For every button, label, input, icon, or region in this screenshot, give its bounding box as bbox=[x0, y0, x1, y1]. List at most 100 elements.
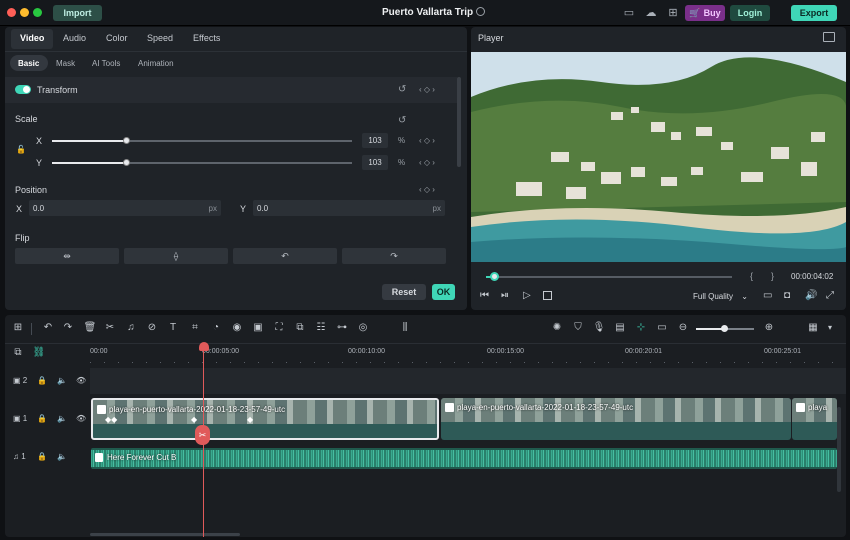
lock-icon[interactable]: 🔒 bbox=[37, 452, 47, 461]
shield-icon[interactable]: ⛉ bbox=[571, 321, 585, 335]
adjust-icon[interactable]: ☷ bbox=[314, 321, 328, 335]
mark-out-button[interactable]: } bbox=[771, 271, 774, 281]
quality-select[interactable]: Full Quality ⌄ bbox=[693, 292, 748, 301]
export-button[interactable]: Export bbox=[791, 5, 837, 21]
eye-icon[interactable]: 👁 bbox=[76, 414, 86, 423]
reset-transform-icon[interactable]: ↺ bbox=[398, 84, 406, 95]
redo-icon[interactable]: ↷ bbox=[61, 321, 75, 335]
keyframe-nav-scale-x[interactable]: ‹ ◇ › bbox=[419, 136, 435, 145]
screen-icon[interactable]: ▣ bbox=[251, 321, 265, 335]
reset-scale-icon[interactable]: ↺ bbox=[398, 115, 406, 126]
microphone-icon[interactable]: 🎙 bbox=[592, 321, 606, 335]
rotate-right-button[interactable]: ↷ bbox=[342, 248, 446, 264]
chevron-down-icon[interactable]: ▾ bbox=[823, 321, 837, 335]
scale-x-slider[interactable] bbox=[52, 137, 352, 144]
video-clip[interactable]: playa-en-puerto-vallarta-2022-01-18-23-5… bbox=[91, 398, 439, 440]
ai-icon[interactable]: ▤ bbox=[613, 321, 627, 335]
split-scissors-icon[interactable]: ✂ bbox=[195, 425, 210, 445]
minimize-window-button[interactable] bbox=[20, 8, 29, 17]
link-icon[interactable]: ⛓ bbox=[32, 346, 46, 360]
crop-icon[interactable]: ⌗ bbox=[188, 321, 202, 335]
subtab-basic[interactable]: Basic bbox=[18, 59, 39, 68]
keyframe-marker[interactable]: ◆◆ bbox=[105, 415, 117, 424]
tab-video[interactable]: Video bbox=[20, 33, 44, 43]
scale-y-slider[interactable] bbox=[52, 159, 352, 166]
close-window-button[interactable] bbox=[7, 8, 16, 17]
tab-audio[interactable]: Audio bbox=[63, 33, 86, 43]
rotate-left-button[interactable]: ↶ bbox=[233, 248, 337, 264]
cloud-icon[interactable]: ☁ bbox=[644, 6, 658, 20]
color-icon[interactable]: ◉ bbox=[230, 321, 244, 335]
detach-icon[interactable]: ⊶ bbox=[335, 321, 349, 335]
maximize-window-button[interactable] bbox=[33, 8, 42, 17]
play-icon[interactable]: ▷ bbox=[523, 290, 531, 301]
stop-icon[interactable] bbox=[543, 291, 552, 300]
timeline-vertical-scrollbar[interactable] bbox=[837, 407, 841, 492]
buy-button[interactable]: 🛒 Buy bbox=[685, 5, 725, 21]
display-icon[interactable]: ▭ bbox=[763, 290, 772, 301]
transition-icon[interactable]: ⧉ bbox=[293, 321, 307, 335]
fullscreen-icon[interactable]: ⤢ bbox=[826, 290, 834, 301]
render-icon[interactable]: ✺ bbox=[550, 321, 564, 335]
mute-icon[interactable]: 🔈 bbox=[57, 414, 67, 423]
scale-x-value[interactable]: 103 bbox=[362, 133, 388, 148]
undo-icon[interactable]: ↶ bbox=[41, 321, 55, 335]
import-button[interactable]: Import bbox=[53, 5, 102, 21]
audio-wave-icon[interactable]: ⫼ bbox=[398, 321, 412, 335]
playhead-handle[interactable] bbox=[199, 342, 209, 351]
motion-icon[interactable]: ◎ bbox=[356, 321, 370, 335]
panel-scrollbar[interactable] bbox=[457, 77, 461, 167]
scale-y-value[interactable]: 103 bbox=[362, 155, 388, 170]
video-clip[interactable]: playa-en-puerto-vallarta-2022-01-18-23-5… bbox=[441, 398, 791, 440]
audio-icon[interactable]: ♫ bbox=[124, 321, 138, 335]
zoom-in-icon[interactable]: ⊕ bbox=[762, 321, 776, 335]
progress-handle[interactable] bbox=[490, 272, 499, 281]
login-button[interactable]: Login bbox=[730, 5, 770, 21]
position-x-field[interactable]: 0.0 px bbox=[29, 200, 221, 216]
ok-button[interactable]: OK bbox=[432, 284, 455, 300]
add-track-icon[interactable]: ⧉ bbox=[11, 346, 25, 360]
speed-icon[interactable]: ◔ bbox=[209, 321, 223, 335]
layout-icon[interactable]: ▭ bbox=[622, 6, 636, 20]
transform-toggle[interactable] bbox=[15, 85, 31, 94]
snapshot-image-icon[interactable] bbox=[823, 32, 835, 42]
volume-icon[interactable]: 🔊 bbox=[805, 290, 817, 301]
tab-effects[interactable]: Effects bbox=[193, 33, 220, 43]
marker-icon[interactable]: ▭ bbox=[655, 321, 669, 335]
player-progress-bar[interactable] bbox=[486, 272, 732, 281]
text-icon[interactable]: T bbox=[166, 321, 180, 335]
lock-icon[interactable]: 🔒 bbox=[37, 376, 47, 385]
grid-view-icon[interactable]: ▦ bbox=[806, 321, 820, 335]
flip-vertical-button[interactable]: ⟠ bbox=[124, 248, 228, 264]
zoom-knob[interactable] bbox=[721, 325, 728, 332]
subtab-animation[interactable]: Animation bbox=[138, 59, 174, 68]
timeline-scrollbar[interactable] bbox=[90, 533, 240, 536]
split-icon[interactable]: ✂ bbox=[103, 321, 117, 335]
keyframe-nav-transform[interactable]: ‹ ◇ › bbox=[419, 85, 435, 94]
ai-crop-icon[interactable]: ⛶ bbox=[272, 321, 286, 335]
prev-frame-icon[interactable]: ⏮ bbox=[480, 290, 489, 301]
snap-icon[interactable]: ⊹ bbox=[634, 321, 648, 335]
subtab-ai-tools[interactable]: AI Tools bbox=[92, 59, 120, 68]
apps-grid-icon[interactable]: ⊞ bbox=[666, 6, 680, 20]
tab-color[interactable]: Color bbox=[106, 33, 128, 43]
zoom-slider[interactable] bbox=[696, 325, 754, 332]
flip-horizontal-button[interactable]: ⇹ bbox=[15, 248, 119, 264]
video-preview[interactable] bbox=[471, 52, 846, 262]
camera-icon[interactable]: ◘ bbox=[784, 290, 790, 301]
zoom-out-icon[interactable]: ⊖ bbox=[676, 321, 690, 335]
keyframe-marker[interactable]: ◆ bbox=[191, 415, 197, 424]
scale-x-knob[interactable] bbox=[123, 137, 130, 144]
keyframe-nav-scale-y[interactable]: ‹ ◇ › bbox=[419, 158, 435, 167]
layout-grid-icon[interactable]: ⊞ bbox=[11, 321, 25, 335]
lock-icon[interactable]: 🔒 bbox=[37, 414, 47, 423]
delete-icon[interactable]: 🗑 bbox=[83, 321, 97, 335]
mark-in-button[interactable]: { bbox=[750, 271, 753, 281]
keyframe-marker[interactable]: ◆ bbox=[247, 415, 253, 424]
keyframe-nav-position[interactable]: ‹ ◇ › bbox=[419, 185, 435, 194]
video-clip[interactable]: playa bbox=[792, 398, 837, 440]
volume-icon[interactable]: 🔈 bbox=[57, 452, 67, 461]
scale-y-knob[interactable] bbox=[123, 159, 130, 166]
position-y-field[interactable]: 0.0 px bbox=[253, 200, 445, 216]
project-info-icon[interactable] bbox=[476, 7, 485, 16]
